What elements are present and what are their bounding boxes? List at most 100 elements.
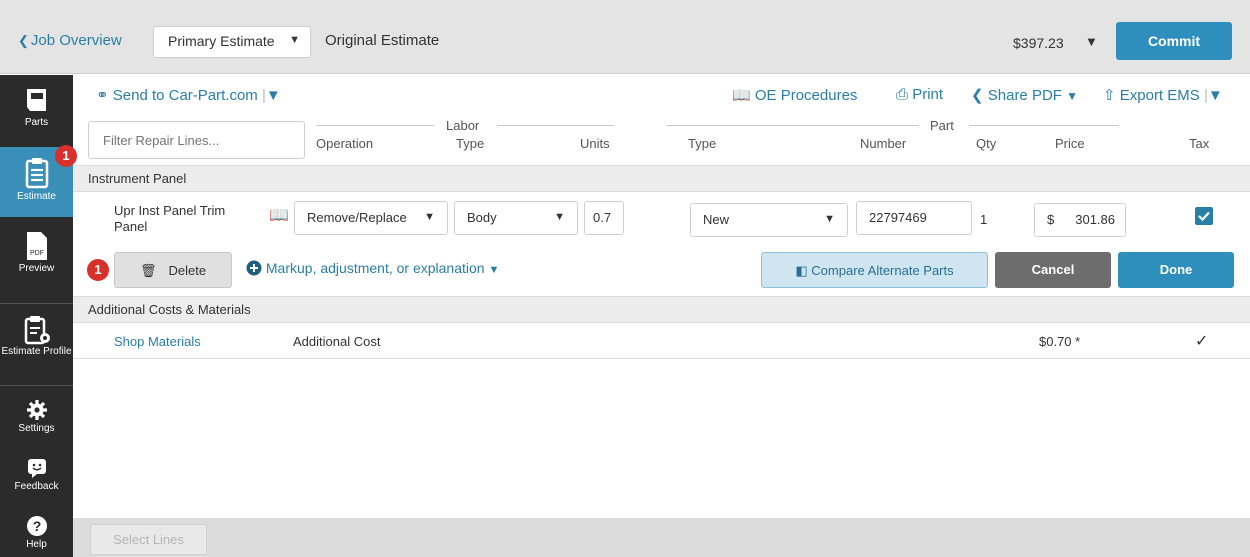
cancel-button[interactable]: Cancel	[995, 252, 1111, 288]
table-row[interactable]: Shop Materials Additional Cost $0.70 * ✓	[73, 324, 1250, 359]
sidebar-item-label: Estimate Profile	[1, 346, 72, 357]
plus-circle-icon	[246, 260, 262, 276]
oe-label: OE Procedures	[754, 87, 858, 104]
feedback-icon	[27, 459, 46, 478]
clipboard-icon	[25, 158, 48, 189]
sidebar-item-estimate-profile[interactable]: Estimate Profile	[0, 315, 73, 377]
labor-group-header: Labor	[446, 118, 480, 133]
job-overview-link[interactable]: ❮ Job Overview	[18, 32, 122, 49]
footer-bar	[73, 518, 1250, 557]
trash-icon: 🗑	[139, 263, 157, 278]
send-to-car-part-link[interactable]: ⚭ Send to Car-Part.com |▼	[96, 86, 281, 104]
price-input[interactable]: $ 301.86	[1034, 203, 1126, 237]
select-lines-button[interactable]: Select Lines	[90, 524, 207, 555]
tax-checkbox[interactable]	[1195, 207, 1213, 225]
compare-label: Compare Alternate Parts	[811, 263, 954, 278]
sidebar-item-label: Help	[26, 539, 47, 550]
column-number: Number	[860, 136, 907, 151]
column-tax: Tax	[1189, 136, 1210, 151]
section-header-instrument-panel: Instrument Panel	[73, 165, 1250, 192]
tax-check-icon: ✓	[1195, 333, 1209, 350]
print-label: Print	[912, 86, 944, 103]
sidebar-item-label: Preview	[18, 263, 55, 274]
labor-type-value: Body	[467, 210, 497, 225]
clipboard-gear-icon	[24, 316, 50, 345]
markup-link[interactable]: Markup, adjustment, or explanation ▼	[246, 260, 499, 276]
operation-value: Remove/Replace	[307, 210, 407, 225]
caret-down-icon: ▼	[1066, 89, 1079, 103]
sidebar-item-help[interactable]: ? Help	[0, 515, 73, 557]
sidebar-item-label: Estimate	[17, 191, 56, 202]
column-qty: Qty	[976, 136, 997, 151]
share-nodes-icon: ⚭	[96, 87, 109, 104]
part-type-select[interactable]: New ▼	[690, 203, 848, 237]
oe-procedures-link[interactable]: 📖 OE Procedures	[732, 86, 857, 104]
estimate-name: Original Estimate	[325, 32, 440, 49]
sidebar-item-settings[interactable]: Settings	[0, 399, 73, 443]
column-labor-type: Type	[456, 136, 485, 151]
checkmark-icon	[1198, 211, 1210, 222]
sidebar-item-feedback[interactable]: Feedback	[0, 457, 73, 501]
notification-badge: 1	[55, 145, 77, 167]
book-icon: 📖	[732, 87, 751, 104]
operation-select[interactable]: Remove/Replace ▼	[294, 201, 448, 235]
cost-price: $0.70 *	[1039, 334, 1081, 349]
caret-down-icon[interactable]: ▼	[1208, 87, 1223, 104]
part-group-line	[667, 125, 919, 126]
sidebar-divider	[0, 303, 73, 304]
part-number-input[interactable]: 22797469	[856, 201, 972, 235]
total-dropdown-icon[interactable]: ▼	[1085, 34, 1098, 49]
commit-button[interactable]: Commit	[1116, 22, 1232, 60]
markup-label: Markup, adjustment, or explanation	[265, 260, 485, 276]
compare-alternate-parts-button[interactable]: ◧ Compare Alternate Parts	[761, 252, 988, 288]
caret-down-icon: ▼	[488, 264, 500, 276]
print-link[interactable]: ⎙ Print	[896, 86, 943, 103]
share-icon: ❮	[971, 87, 984, 104]
caret-down-icon: ▼	[424, 211, 435, 223]
caret-down-icon[interactable]: ▼	[266, 87, 281, 104]
printer-icon: ⎙	[896, 86, 909, 103]
sidebar-item-label: Parts	[24, 117, 49, 128]
part-group-line	[969, 125, 1119, 126]
labor-group-line	[316, 125, 434, 126]
delete-label: Delete	[168, 263, 207, 278]
shop-materials-link[interactable]: Shop Materials	[114, 334, 201, 349]
notification-badge: 1	[87, 259, 109, 281]
part-type-value: New	[703, 212, 730, 227]
delete-button[interactable]: 🗑 Delete	[114, 252, 232, 288]
gear-icon	[26, 400, 47, 420]
sidebar-divider	[0, 385, 73, 386]
caret-down-icon: ▼	[554, 211, 565, 223]
sidebar-item-parts[interactable]: Parts	[0, 85, 73, 145]
share-label: Share PDF	[987, 87, 1062, 104]
filter-repair-lines-input[interactable]	[88, 121, 305, 159]
export-label: Export EMS	[1119, 87, 1200, 104]
sidebar-item-preview[interactable]: PDF Preview	[0, 231, 73, 291]
top-bar: ❮ Job Overview Primary Estimate ▼ Origina…	[0, 0, 1250, 74]
section-header-additional-costs: Additional Costs & Materials	[73, 296, 1250, 323]
export-icon: ⇧	[1103, 87, 1116, 104]
column-operation: Operation	[316, 136, 374, 151]
car-door-icon: ◧	[795, 263, 808, 278]
estimate-total: $397.23	[1013, 35, 1064, 51]
book-icon[interactable]: 📖	[269, 205, 289, 225]
estimate-select[interactable]: Primary Estimate ▼	[153, 26, 311, 58]
line-description: Upr Inst Panel Trim Panel	[114, 203, 226, 234]
export-ems-link[interactable]: ⇧ Export EMS |▼	[1103, 86, 1223, 104]
column-part-type: Type	[688, 136, 717, 151]
part-group-header: Part	[930, 118, 954, 133]
estimate-select-value: Primary Estimate	[168, 33, 275, 49]
qty-value[interactable]: 1	[980, 212, 987, 227]
share-pdf-link[interactable]: ❮ Share PDF ▼	[971, 86, 1078, 104]
svg-text:?: ?	[32, 518, 41, 534]
back-label: Job Overview	[30, 32, 122, 49]
sidebar-item-label: Settings	[18, 423, 55, 434]
column-units: Units	[580, 136, 610, 151]
done-button[interactable]: Done	[1118, 252, 1234, 288]
units-input[interactable]: 0.7	[584, 201, 624, 235]
chevron-left-icon: ❮	[18, 33, 29, 48]
column-price: Price	[1055, 136, 1085, 151]
pdf-icon: PDF	[26, 232, 47, 260]
labor-type-select[interactable]: Body ▼	[454, 201, 578, 235]
sidebar-item-label: Feedback	[14, 481, 59, 492]
